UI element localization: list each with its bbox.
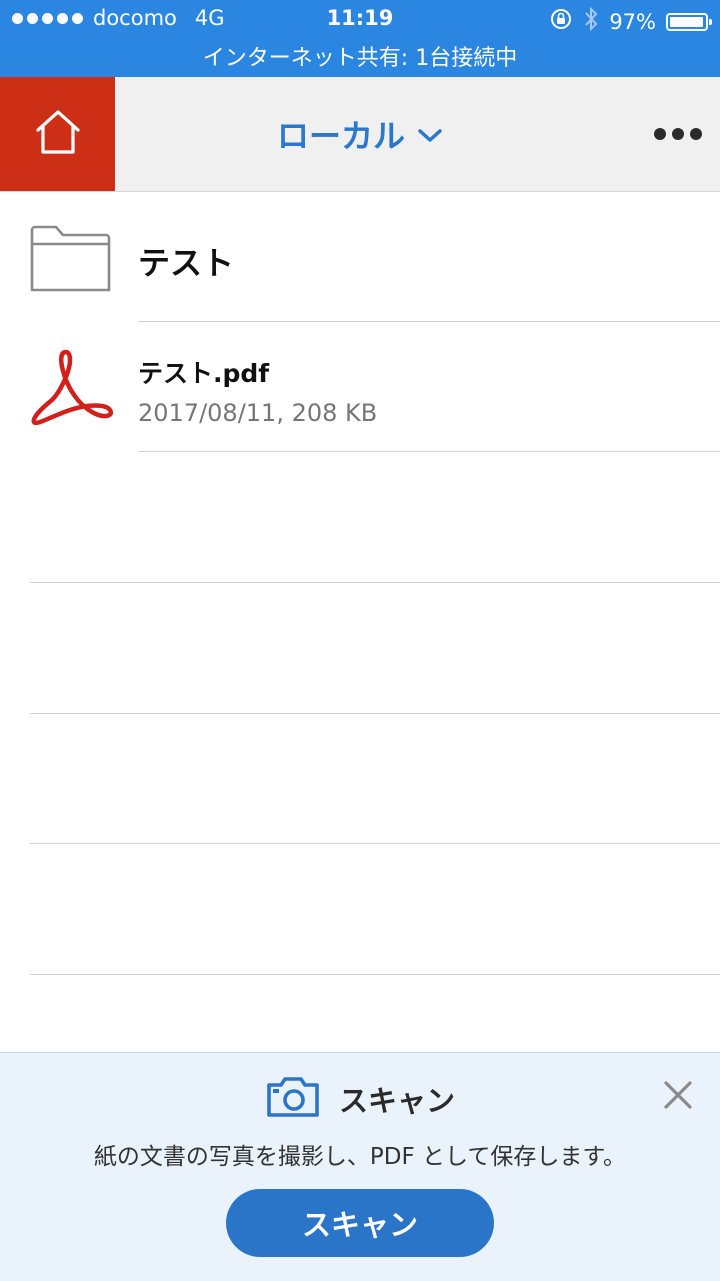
status-bar: docomo 4G 11:19 97% インターネット共有: 1台接続中 <box>0 0 720 77</box>
banner-description: 紙の文書の写真を撮影し、PDF として保存します。 <box>93 1144 627 1170</box>
acrobat-pdf-icon <box>30 348 116 426</box>
banner-title: スキャン <box>338 1084 455 1118</box>
row-divider <box>138 451 720 452</box>
file-name: テスト.pdf <box>138 359 270 388</box>
empty-row-divider <box>30 582 720 583</box>
empty-row-divider <box>30 974 720 975</box>
banner-heading: スキャン <box>0 1075 720 1123</box>
battery-icon <box>666 12 712 31</box>
empty-row-divider <box>30 843 720 844</box>
empty-row-divider <box>30 713 720 714</box>
more-dot <box>690 128 702 140</box>
file-name: テスト <box>138 244 235 282</box>
location-title[interactable]: ローカル <box>277 111 405 157</box>
list-item-pdf[interactable]: テスト.pdf 2017/08/11, 208 KB <box>0 322 720 452</box>
scan-promo-banner: スキャン 紙の文書の写真を撮影し、PDF として保存します。 スキャン <box>0 1052 720 1281</box>
home-icon <box>32 106 84 162</box>
folder-icon <box>28 224 114 294</box>
home-button[interactable] <box>0 77 115 191</box>
close-icon <box>662 1081 694 1115</box>
more-dot <box>672 128 684 140</box>
more-dot <box>654 128 666 140</box>
status-icons: 97% <box>549 6 712 37</box>
tethering-status[interactable]: インターネット共有: 1台接続中 <box>0 40 720 72</box>
bluetooth-icon <box>583 6 599 37</box>
scan-button[interactable]: スキャン <box>226 1189 494 1257</box>
rotation-lock-icon <box>549 7 573 36</box>
chevron-down-icon[interactable] <box>417 115 443 153</box>
camera-icon <box>265 1075 321 1123</box>
list-item-folder[interactable]: テスト <box>0 192 720 322</box>
more-options-button[interactable] <box>654 119 702 149</box>
battery-percent: 97% <box>609 9 656 34</box>
file-meta: 2017/08/11, 208 KB <box>138 399 378 427</box>
app-header: ローカル <box>0 77 720 192</box>
close-button[interactable] <box>662 1079 694 1111</box>
